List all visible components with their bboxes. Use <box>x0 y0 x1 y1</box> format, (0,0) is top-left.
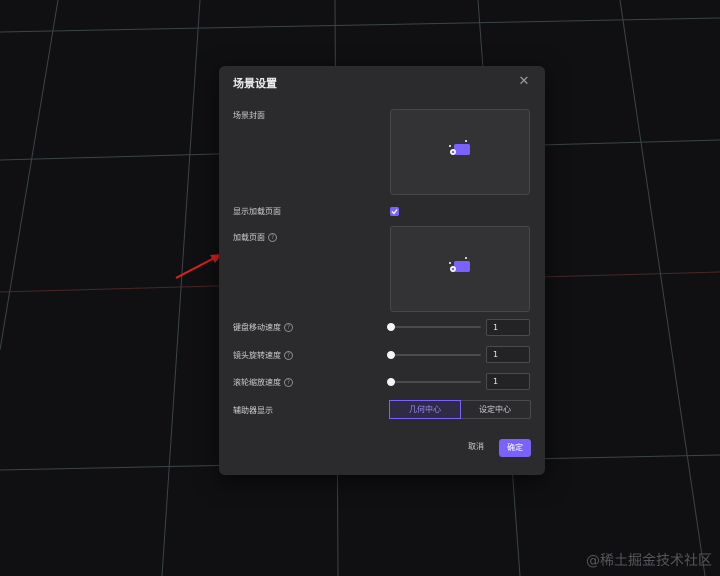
cancel-button[interactable]: 取消 <box>463 439 489 455</box>
dialog-title: 场景设置 <box>233 77 277 90</box>
slider-thumb[interactable] <box>387 323 395 331</box>
helper-display-label: 辅助器显示 <box>233 406 273 415</box>
set-center-option[interactable]: 设定中心 <box>460 401 530 418</box>
help-icon[interactable]: ? <box>284 323 293 332</box>
lens-rotate-input[interactable]: 1 <box>486 346 530 363</box>
wheel-zoom-input[interactable]: 1 <box>486 373 530 390</box>
image-placeholder-icon <box>449 140 470 155</box>
loading-page-label: 加载页面 ? <box>233 232 277 243</box>
check-icon <box>391 209 398 215</box>
keyboard-speed-label: 键盘移动速度 ? <box>233 322 293 333</box>
help-icon[interactable]: ? <box>284 378 293 387</box>
slider-thumb[interactable] <box>387 378 395 386</box>
watermark: @稀土掘金技术社区 <box>586 553 712 569</box>
loading-image-upload[interactable] <box>390 226 530 312</box>
cover-label: 场景封面 <box>233 111 265 120</box>
lens-rotate-slider[interactable] <box>387 350 481 360</box>
wheel-zoom-slider[interactable] <box>387 377 481 387</box>
image-placeholder-icon <box>449 257 470 272</box>
show-loading-label: 显示加载页面 <box>233 207 281 216</box>
help-icon[interactable]: ? <box>268 233 277 242</box>
slider-thumb[interactable] <box>387 351 395 359</box>
close-icon[interactable]: ✕ <box>517 75 531 89</box>
confirm-button[interactable]: 确定 <box>499 439 531 457</box>
geometric-center-option[interactable]: 几何中心 <box>389 400 461 419</box>
help-icon[interactable]: ? <box>284 351 293 360</box>
scene-settings-dialog: 场景设置 ✕ 场景封面 显示加载页面 加载页面 ? 键盘移动速度 ? 1 镜头旋… <box>219 66 545 475</box>
wheel-zoom-label: 滚轮缩放速度 ? <box>233 377 293 388</box>
keyboard-speed-input[interactable]: 1 <box>486 319 530 336</box>
show-loading-checkbox[interactable] <box>390 207 399 216</box>
cover-image-upload[interactable] <box>390 109 530 195</box>
lens-rotate-label: 镜头旋转速度 ? <box>233 350 293 361</box>
keyboard-speed-slider[interactable] <box>387 322 481 332</box>
helper-segmented-control: 几何中心 设定中心 <box>389 400 531 419</box>
